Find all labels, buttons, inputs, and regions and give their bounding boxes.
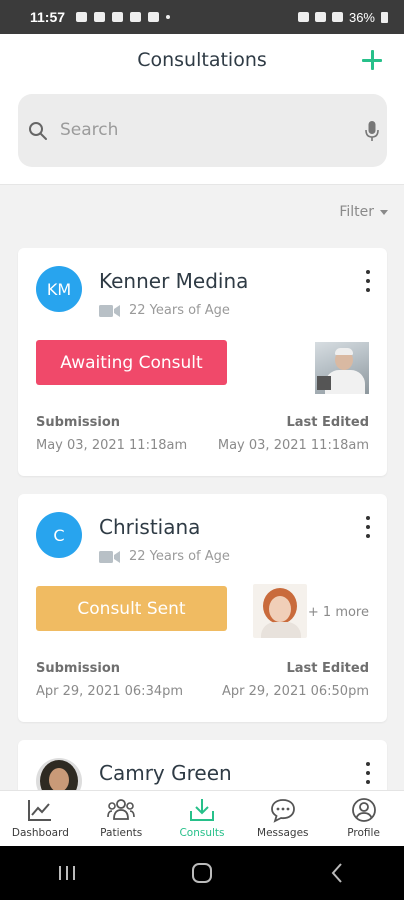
avatar: KM bbox=[36, 266, 82, 312]
submission-date: May 03, 2021 11:18am bbox=[36, 438, 188, 453]
patient-name: Christiana bbox=[99, 515, 201, 539]
home-icon bbox=[191, 863, 212, 883]
more-notifications-icon bbox=[166, 15, 171, 19]
youtube-icon bbox=[148, 12, 160, 22]
back-icon bbox=[331, 863, 342, 883]
telegram-icon bbox=[94, 12, 106, 22]
submission-label: Submission bbox=[36, 415, 121, 430]
consultation-card[interactable]: C Christiana 22 Years of Age Consult Sen… bbox=[18, 494, 387, 722]
video-camera-icon bbox=[99, 550, 120, 563]
nav-profile[interactable]: Profile bbox=[323, 791, 404, 847]
page-title: Consultations bbox=[137, 49, 267, 71]
chart-icon bbox=[28, 800, 52, 821]
status-time: 11:57 bbox=[30, 9, 66, 25]
last-edited-date: Apr 29, 2021 06:50pm bbox=[221, 684, 369, 699]
battery-percent: 36% bbox=[348, 9, 375, 25]
status-bar: 11:57 36% bbox=[0, 0, 404, 34]
chat-icon bbox=[270, 799, 295, 823]
caret-down-icon bbox=[380, 209, 388, 215]
last-edited-date: May 03, 2021 11:18am bbox=[217, 438, 369, 453]
status-button[interactable]: Consult Sent bbox=[36, 586, 227, 631]
filter-label: Filter bbox=[339, 204, 374, 220]
nav-patients[interactable]: Patients bbox=[81, 791, 162, 847]
people-icon bbox=[107, 799, 135, 820]
filter-button[interactable]: Filter bbox=[339, 204, 388, 220]
bottom-navigation: Dashboard Patients Consults Messages Pro… bbox=[0, 790, 404, 847]
message-icon bbox=[76, 12, 88, 22]
status-button[interactable]: Awaiting Consult bbox=[36, 340, 227, 385]
recents-icon bbox=[59, 866, 76, 880]
more-options-icon[interactable] bbox=[363, 516, 373, 538]
nav-label: Patients bbox=[100, 827, 143, 839]
patient-age: 22 Years of Age bbox=[129, 549, 230, 564]
search-input[interactable] bbox=[58, 111, 352, 149]
back-button[interactable] bbox=[317, 858, 357, 888]
nav-label: Dashboard bbox=[11, 827, 69, 839]
settings-icon bbox=[112, 12, 124, 22]
nav-dashboard[interactable]: Dashboard bbox=[0, 791, 81, 847]
wifi-icon bbox=[314, 12, 326, 22]
avatar: C bbox=[36, 512, 82, 558]
last-edited-label: Last Edited bbox=[286, 415, 369, 430]
patient-name: Camry Green bbox=[99, 761, 232, 785]
patient-name: Kenner Medina bbox=[99, 269, 249, 293]
consultation-card[interactable]: KM Kenner Medina 22 Years of Age Awaitin… bbox=[18, 248, 387, 476]
submission-label: Submission bbox=[36, 661, 121, 676]
mic-icon[interactable] bbox=[365, 120, 379, 142]
nav-label: Consults bbox=[179, 827, 225, 839]
nav-label: Profile bbox=[347, 827, 380, 839]
more-options-icon[interactable] bbox=[363, 762, 373, 784]
home-button[interactable] bbox=[182, 858, 222, 888]
signal-icon bbox=[331, 12, 343, 22]
user-icon bbox=[351, 798, 376, 822]
system-navigation-bar bbox=[0, 846, 404, 900]
nav-messages[interactable]: Messages bbox=[242, 791, 323, 847]
last-edited-label: Last Edited bbox=[286, 661, 369, 676]
add-consultation-button[interactable] bbox=[360, 48, 384, 72]
search-bar bbox=[18, 94, 387, 167]
more-attachments-label[interactable]: + 1 more bbox=[308, 605, 369, 620]
age-row: 22 Years of Age bbox=[99, 303, 230, 318]
mute-icon bbox=[297, 12, 309, 22]
patient-age: 22 Years of Age bbox=[129, 303, 230, 318]
age-row: 22 Years of Age bbox=[99, 549, 230, 564]
recents-button[interactable] bbox=[47, 858, 87, 888]
submission-date: Apr 29, 2021 06:34pm bbox=[36, 684, 184, 699]
download-icon bbox=[189, 799, 214, 821]
more-options-icon[interactable] bbox=[363, 270, 373, 292]
attachment-thumbnail[interactable] bbox=[315, 342, 369, 394]
attachment-thumbnail[interactable] bbox=[253, 584, 307, 638]
search-icon bbox=[29, 122, 47, 140]
nav-label: Messages bbox=[257, 827, 309, 839]
app-header: Consultations bbox=[0, 34, 404, 185]
battery-icon bbox=[381, 11, 388, 23]
video-camera-icon bbox=[99, 304, 120, 317]
sync-icon bbox=[130, 12, 142, 22]
nav-consults[interactable]: Consults bbox=[162, 791, 243, 847]
